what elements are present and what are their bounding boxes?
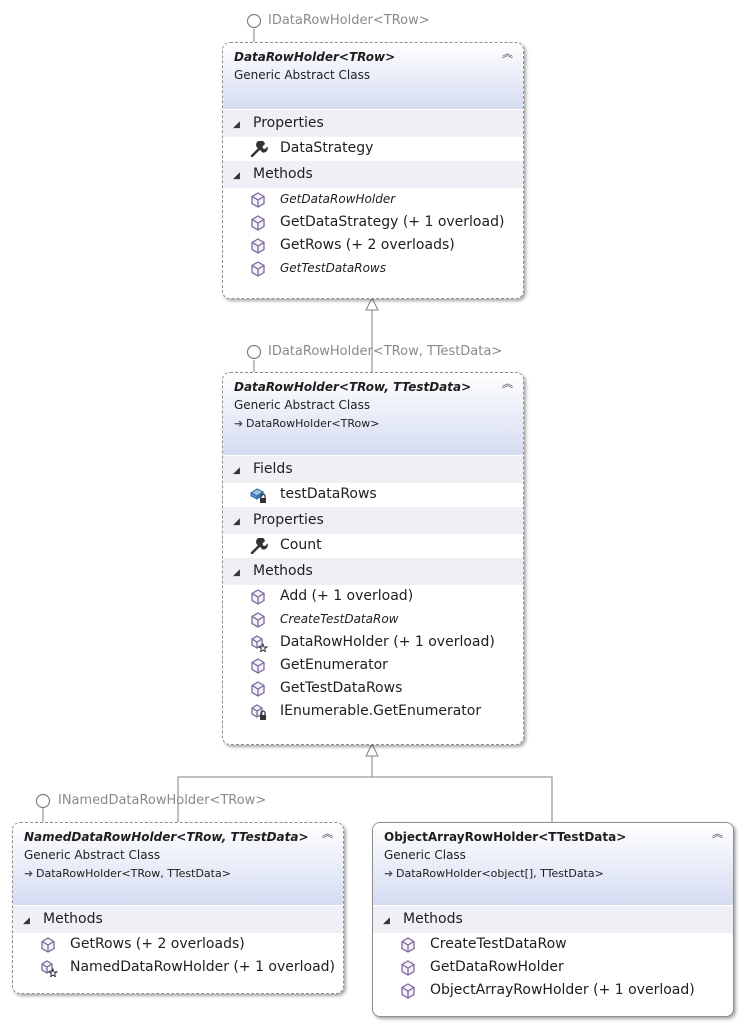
member-item[interactable]: DataRowHolder (+ 1 overload) — [223, 631, 523, 654]
double-chevron-up-icon[interactable]: ︽ — [502, 378, 513, 389]
class-box-nameddatarowholder[interactable]: NamedDataRowHolder<TRow, TTestData> Gene… — [12, 822, 344, 994]
member-item[interactable]: CreateTestDataRow — [223, 608, 523, 631]
type-params: <TRow> — [338, 50, 396, 64]
cube-icon — [250, 215, 268, 231]
cube-icon — [40, 937, 58, 953]
double-chevron-up-icon[interactable]: ︽ — [502, 48, 513, 59]
class-name: DataRowHolder — [234, 50, 339, 64]
double-chevron-up-icon[interactable]: ︽ — [712, 828, 723, 839]
class-kind: Generic Abstract Class — [234, 398, 371, 412]
wrench-icon — [250, 140, 268, 158]
section-methods[interactable]: ◢ Methods — [373, 905, 733, 933]
triangle-down-icon: ◢ — [233, 120, 240, 130]
section-properties[interactable]: ◢ Properties — [223, 506, 523, 534]
member-item[interactable]: GetDataRowHolder — [373, 956, 733, 979]
cube-star-icon — [40, 960, 59, 978]
cube-icon — [250, 261, 268, 277]
member-item[interactable]: IEnumerable.GetEnumerator — [223, 700, 523, 723]
section-methods[interactable]: ◢ Methods — [13, 905, 343, 933]
cube-icon — [250, 658, 268, 674]
member-item[interactable]: NamedDataRowHolder (+ 1 overload) — [13, 956, 343, 979]
member-item[interactable]: Add (+ 1 overload) — [223, 585, 523, 608]
triangle-down-icon: ◢ — [233, 466, 240, 476]
inherit-arrow-icon: ➜ — [384, 867, 394, 880]
member-item[interactable]: testDataRows — [223, 483, 523, 506]
triangle-down-icon: ◢ — [23, 916, 30, 926]
interface-label-2: IDataRowHolder<TRow, TTestData> — [268, 344, 503, 359]
type-params: <TTestData> — [538, 830, 627, 844]
class-kind: Generic Abstract Class — [234, 68, 371, 82]
base-class: DataRowHolder<object[], TTestData> — [396, 867, 604, 880]
cube-icon — [400, 960, 418, 976]
class-kind: Generic Abstract Class — [24, 848, 161, 862]
cube-icon — [400, 983, 418, 999]
interface-label-1: IDataRowHolder<TRow> — [268, 13, 430, 28]
cube-icon — [250, 612, 268, 628]
triangle-down-icon: ◢ — [233, 171, 240, 181]
triangle-down-icon: ◢ — [233, 568, 240, 578]
member-item[interactable]: GetTestDataRows — [223, 677, 523, 700]
class-box-datarowholder-ttestdata[interactable]: DataRowHolder<TRow, TTestData> Generic A… — [222, 372, 524, 745]
section-fields[interactable]: ◢ Fields — [223, 455, 523, 483]
cube-icon — [250, 192, 268, 208]
member-item[interactable]: GetDataRowHolder — [223, 188, 523, 211]
cube-icon — [250, 589, 268, 605]
class-name: ObjectArrayRowHolder — [384, 830, 539, 844]
class-name: NamedDataRowHolder — [24, 830, 177, 844]
wrench-icon — [250, 537, 268, 555]
member-item[interactable]: ObjectArrayRowHolder (+ 1 overload) — [373, 979, 733, 1002]
double-chevron-up-icon[interactable]: ︽ — [322, 828, 333, 839]
class-box-objectarrayrowholder[interactable]: ObjectArrayRowHolder<TTestData> Generic … — [372, 822, 734, 1017]
interface-label-3: INamedDataRowHolder<TRow> — [58, 793, 267, 808]
triangle-down-icon: ◢ — [233, 517, 240, 527]
inherit-arrow-icon: ➜ — [234, 417, 244, 430]
cube-lock-icon — [250, 704, 268, 720]
member-item[interactable]: GetDataStrategy (+ 1 overload) — [223, 211, 523, 234]
inherit-arrow-icon: ➜ — [24, 867, 34, 880]
triangle-down-icon: ◢ — [383, 916, 390, 926]
member-item[interactable]: GetTestDataRows — [223, 257, 523, 280]
type-params: <TRow, TTestData> — [338, 380, 472, 394]
class-kind: Generic Class — [384, 848, 466, 862]
cube-star-icon — [250, 635, 269, 653]
member-item[interactable]: GetRows (+ 2 overloads) — [13, 933, 343, 956]
cube-icon — [250, 238, 268, 254]
cube-icon — [250, 681, 268, 697]
class-box-datarowholder[interactable]: DataRowHolder<TRow> Generic Abstract Cla… — [222, 42, 524, 299]
member-item[interactable]: CreateTestDataRow — [373, 933, 733, 956]
cube-icon — [400, 937, 418, 953]
member-item[interactable]: GetRows (+ 2 overloads) — [223, 234, 523, 257]
base-class: DataRowHolder<TRow, TTestData> — [36, 867, 231, 880]
member-item[interactable]: DataStrategy — [223, 137, 523, 160]
member-item[interactable]: GetEnumerator — [223, 654, 523, 677]
class-name: DataRowHolder — [234, 380, 339, 394]
type-params: <TRow, TTestData> — [176, 830, 309, 844]
member-item[interactable]: Count — [223, 534, 523, 557]
section-methods[interactable]: ◢ Methods — [223, 557, 523, 585]
field-lock-icon — [249, 487, 268, 503]
section-methods[interactable]: ◢ Methods — [223, 160, 523, 188]
base-class: DataRowHolder<TRow> — [246, 417, 380, 430]
section-properties[interactable]: ◢ Properties — [223, 109, 523, 137]
